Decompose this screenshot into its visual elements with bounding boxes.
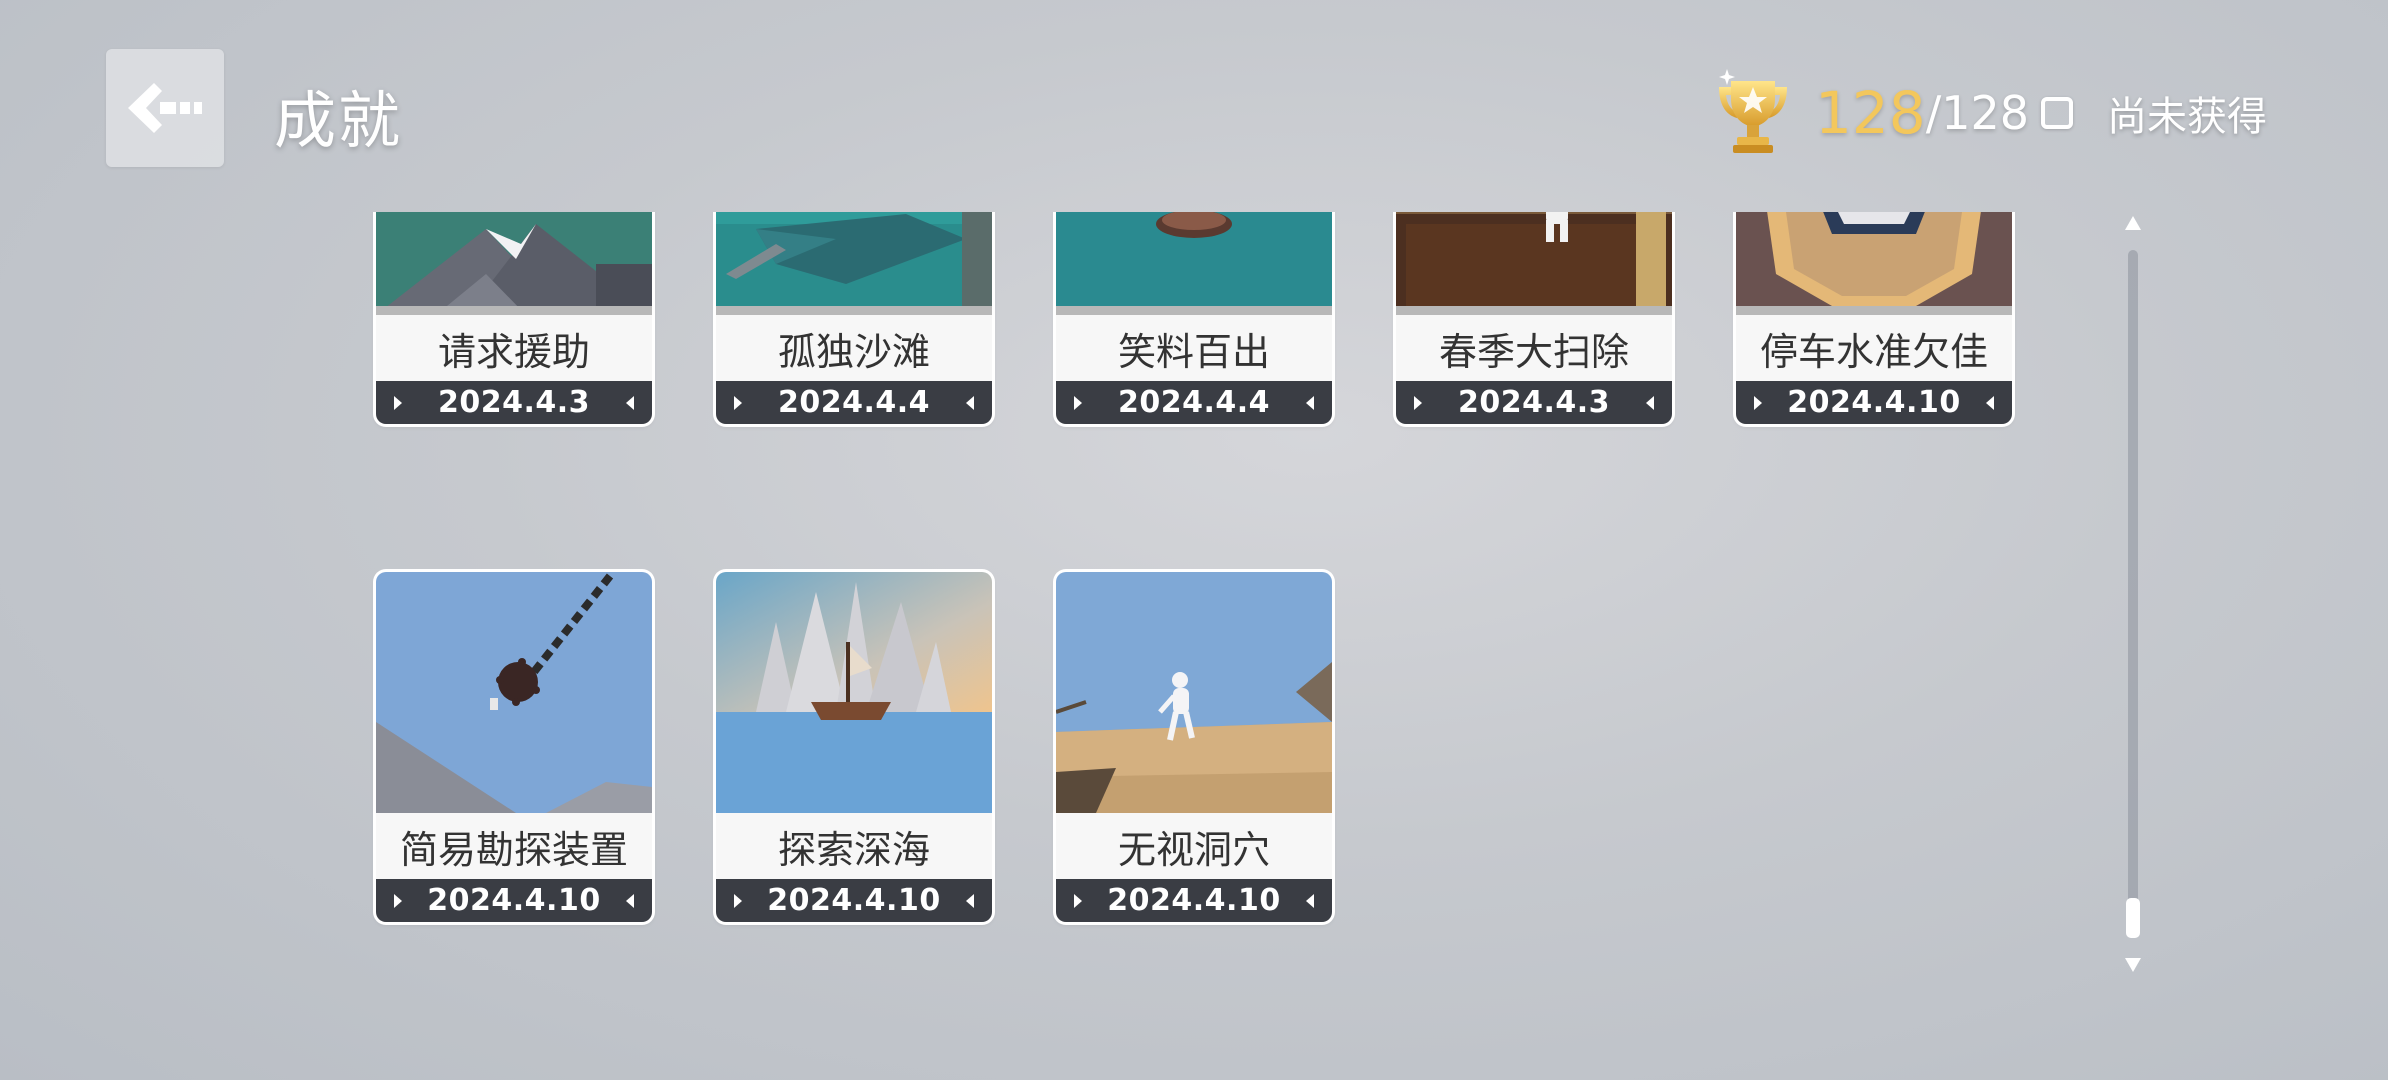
achievement-card[interactable]: 孤独沙滩 2024.4.4 — [716, 212, 992, 424]
left-caret-icon — [1074, 381, 1082, 424]
achievement-image-brown-room — [1396, 212, 1672, 315]
left-caret-icon — [394, 879, 402, 922]
achievement-date: 2024.4.10 — [767, 883, 941, 918]
achievement-card[interactable]: 无视洞穴 2024.4.10 — [1056, 572, 1332, 922]
back-arrow-icon — [128, 83, 202, 133]
left-caret-icon — [1074, 879, 1082, 922]
unlocked-count: 128 — [1815, 79, 1926, 147]
trophy-icon — [1719, 69, 1787, 153]
achievement-date: 2024.4.10 — [1107, 883, 1281, 918]
left-caret-icon — [1754, 381, 1762, 424]
achievement-image-pirate-ship — [716, 572, 992, 813]
achievement-card[interactable]: 简易勘探装置 2024.4.10 — [376, 572, 652, 922]
not-obtained-filter-label[interactable]: 尚未获得 — [2107, 84, 2267, 142]
left-caret-icon — [734, 381, 742, 424]
achievement-name: 简易勘探装置 — [376, 813, 652, 879]
right-caret-icon — [1306, 879, 1314, 922]
right-caret-icon — [1986, 381, 1994, 424]
right-caret-icon — [1646, 381, 1654, 424]
achievement-date-bar: 2024.4.10 — [1056, 879, 1332, 922]
achievement-card[interactable]: 请求援助 2024.4.3 — [376, 212, 652, 424]
left-caret-icon — [1414, 381, 1422, 424]
achievement-date: 2024.4.3 — [437, 385, 591, 420]
achievement-card[interactable]: 探索深海 2024.4.10 — [716, 572, 992, 922]
achievement-name: 春季大扫除 — [1396, 315, 1672, 381]
achievement-date-bar: 2024.4.3 — [376, 381, 652, 424]
achievement-date-bar: 2024.4.3 — [1396, 381, 1672, 424]
achievement-date-bar: 2024.4.10 — [1736, 381, 2012, 424]
right-caret-icon — [966, 381, 974, 424]
achievement-image-wrecking-ball — [376, 572, 652, 813]
page-title: 成就 — [274, 84, 403, 157]
achievement-image-teal-boat — [716, 212, 992, 315]
achievement-image-octagon-wood — [1736, 212, 2012, 315]
achievement-name: 笑料百出 — [1056, 315, 1332, 381]
achievement-date-bar: 2024.4.4 — [716, 381, 992, 424]
scroll-up-arrow-icon[interactable] — [2125, 216, 2141, 230]
achievement-date-bar: 2024.4.4 — [1056, 381, 1332, 424]
scroll-down-arrow-icon[interactable] — [2125, 958, 2141, 972]
achievement-name: 孤独沙滩 — [716, 315, 992, 381]
achievement-date: 2024.4.4 — [1117, 385, 1271, 420]
achievement-image-mountain — [376, 212, 652, 315]
scrollbar-thumb[interactable] — [2126, 898, 2140, 938]
achievement-name: 探索深海 — [716, 813, 992, 879]
achievement-image-desert-walker — [1056, 572, 1332, 813]
left-caret-icon — [734, 879, 742, 922]
back-button[interactable] — [106, 49, 224, 167]
total-count: 128 — [1941, 86, 2030, 140]
achievement-date: 2024.4.10 — [427, 883, 601, 918]
right-caret-icon — [1306, 381, 1314, 424]
achievement-date: 2024.4.10 — [1787, 385, 1961, 420]
achievement-date: 2024.4.4 — [777, 385, 931, 420]
left-caret-icon — [394, 381, 402, 424]
achievement-card[interactable]: 笑料百出 2024.4.4 — [1056, 212, 1332, 424]
right-caret-icon — [966, 879, 974, 922]
right-caret-icon — [626, 879, 634, 922]
achievement-progress: 128 / 128 尚未获得 — [1705, 58, 2267, 168]
not-obtained-checkbox[interactable] — [2041, 97, 2074, 129]
achievement-date: 2024.4.3 — [1457, 385, 1611, 420]
count-separator: / — [1925, 86, 1942, 140]
achievement-name: 停车水准欠佳 — [1736, 315, 2012, 381]
scrollbar-track[interactable] — [2128, 250, 2138, 910]
achievement-card[interactable]: 停车水准欠佳 2024.4.10 — [1736, 212, 2012, 424]
achievement-name: 请求援助 — [376, 315, 652, 381]
achievement-date-bar: 2024.4.10 — [716, 879, 992, 922]
achievement-card[interactable]: 春季大扫除 2024.4.3 — [1396, 212, 1672, 424]
achievement-image-teal-water — [1056, 212, 1332, 315]
achievement-name: 无视洞穴 — [1056, 813, 1332, 879]
right-caret-icon — [626, 381, 634, 424]
achievement-grid[interactable]: 请求援助 2024.4.3 孤独沙滩 2024.4.4 笑料百出 2024.4.… — [360, 212, 2040, 992]
achievement-date-bar: 2024.4.10 — [376, 879, 652, 922]
